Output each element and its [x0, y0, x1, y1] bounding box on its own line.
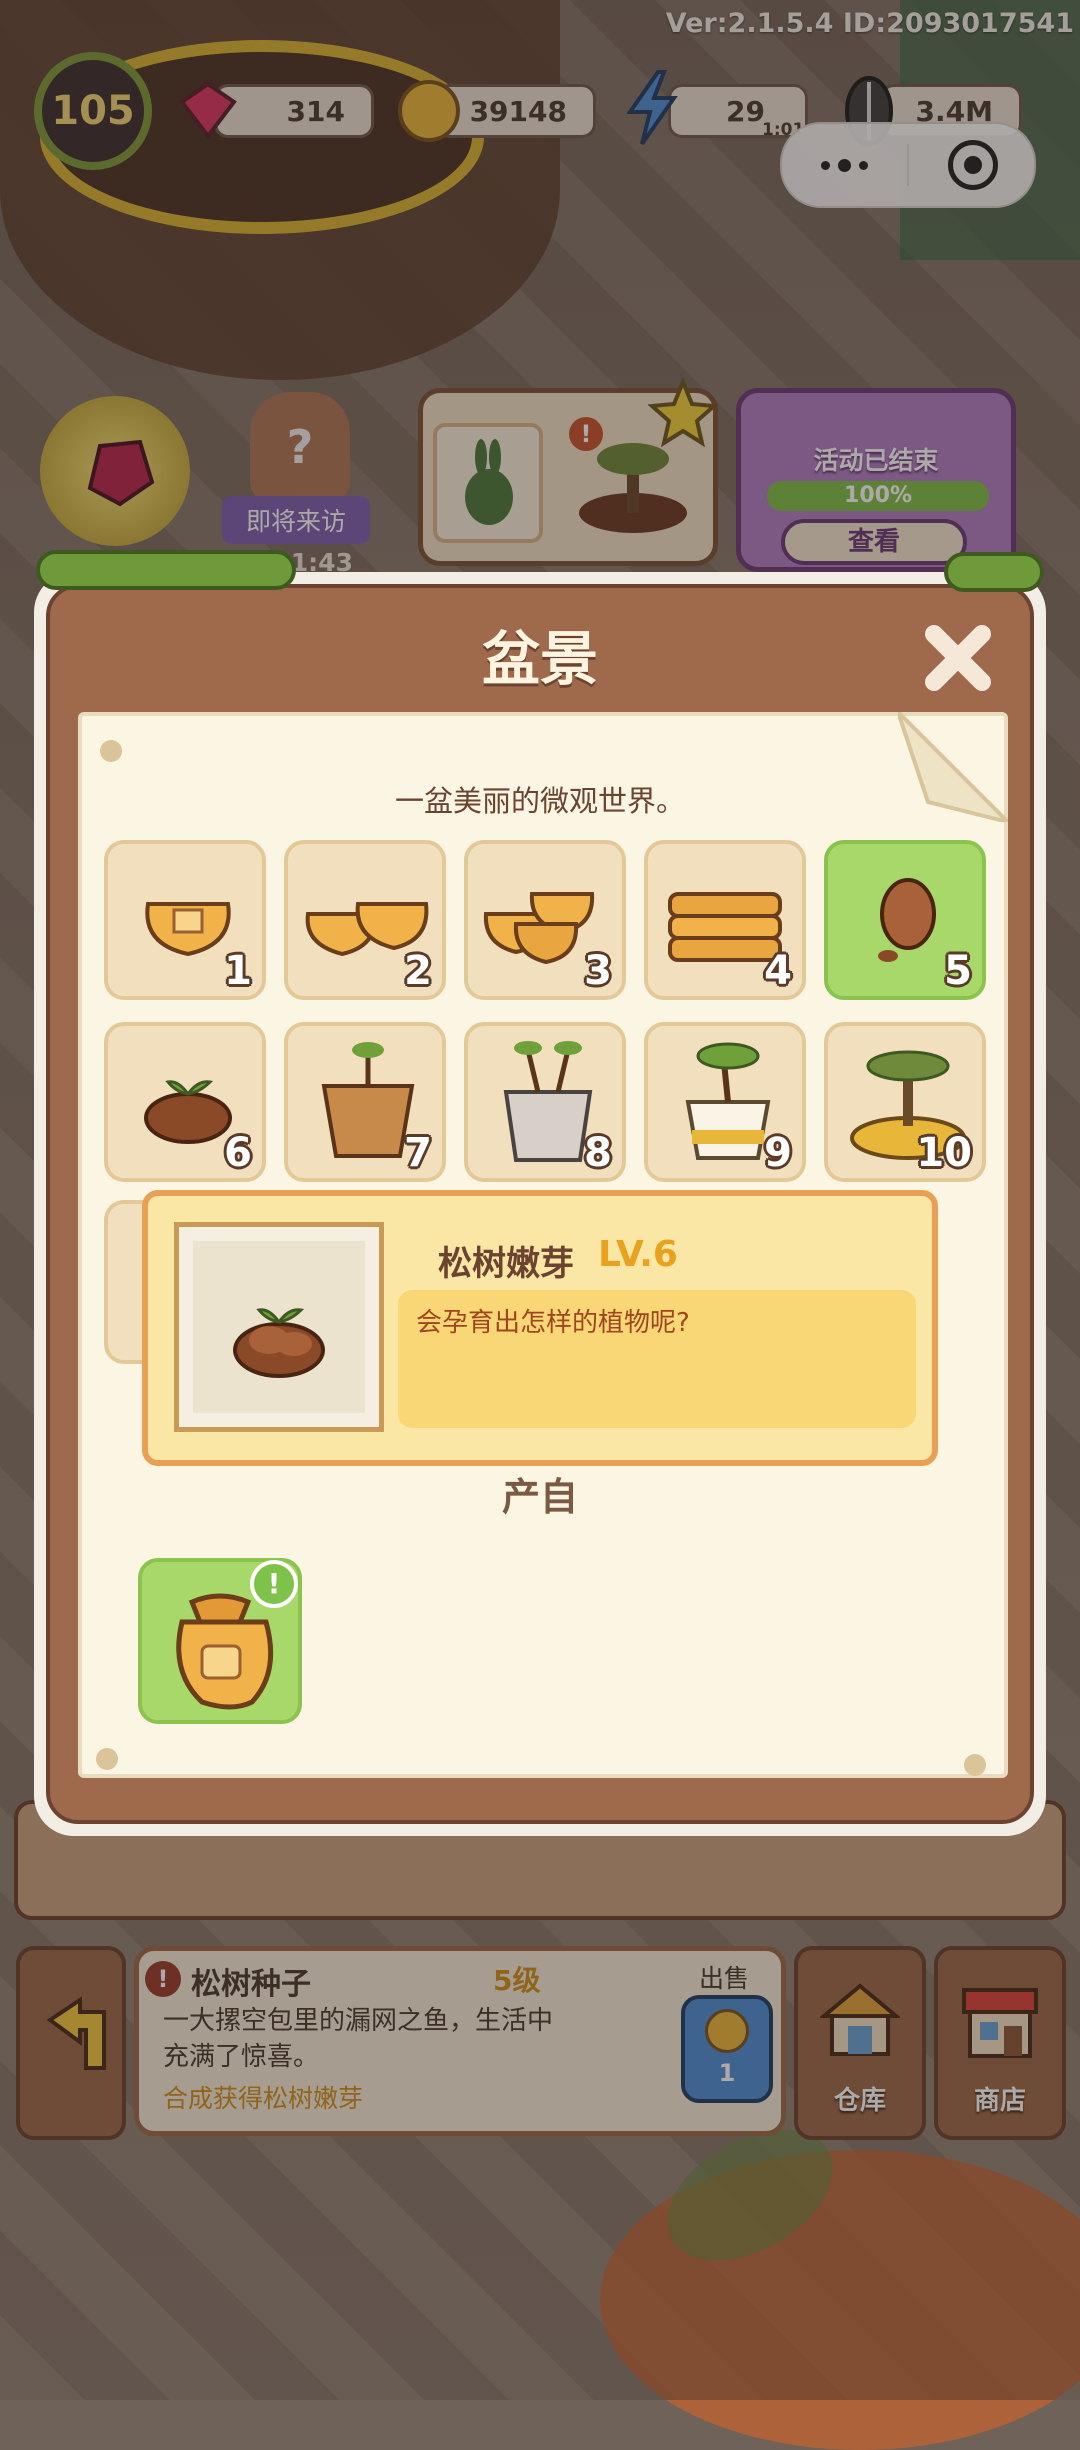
dialog-title: 盆景: [481, 625, 598, 693]
item-tile-number: 7: [404, 1130, 432, 1176]
close-icon: [925, 625, 991, 691]
item-tile[interactable]: 5: [824, 840, 986, 1000]
item-tile-number: 5: [944, 948, 972, 994]
produce-badge-text: !: [267, 1567, 281, 1600]
item-tile[interactable]: 6: [104, 1022, 266, 1182]
vine-left-decoration: [36, 550, 296, 590]
item-tile[interactable]: 9: [644, 1022, 806, 1182]
item-tile[interactable]: 7: [284, 1022, 446, 1182]
dialog-subtitle: 一盆美丽的微观世界。: [394, 784, 685, 818]
item-tile[interactable]: 10: [824, 1022, 986, 1182]
tooltip-description-box: 会孕育出怎样的植物呢?: [398, 1290, 916, 1428]
vine-right-decoration: [944, 552, 1044, 592]
item-tile-number: 8: [584, 1130, 612, 1176]
item-tile-number: 3: [584, 948, 612, 994]
item-tile[interactable]: 3: [464, 840, 626, 1000]
item-tile-number: 2: [404, 948, 432, 994]
item-tile-number: 6: [224, 1130, 252, 1176]
item-tile[interactable]: 8: [464, 1022, 626, 1182]
item-tile-number: 9: [764, 1130, 792, 1176]
item-tile[interactable]: 4: [644, 840, 806, 1000]
produce-alert-badge: !: [250, 1560, 298, 1608]
tooltip-item-name: 松树嫩芽: [438, 1244, 574, 1284]
item-tile[interactable]: 1: [104, 840, 266, 1000]
item-tile-number: 4: [764, 948, 792, 994]
item-tile-number: 10: [916, 1130, 972, 1176]
pin-decoration: [964, 1754, 986, 1776]
tooltip-image-frame: [174, 1222, 384, 1432]
pin-decoration: [100, 740, 122, 762]
item-tooltip: 松树嫩芽 LV.6 会孕育出怎样的植物呢?: [142, 1190, 938, 1466]
produce-label: 产自: [501, 1475, 578, 1519]
pine-sprout-icon: [233, 1308, 325, 1378]
tooltip-description: 会孕育出怎样的植物呢?: [416, 1308, 690, 1338]
tooltip-item-level: LV.6: [598, 1234, 678, 1275]
item-tile[interactable]: 2: [284, 840, 446, 1000]
close-button[interactable]: [920, 620, 996, 696]
item-grid: 1 2 3 4 5 6 7 8 9 10: [104, 840, 992, 1206]
pin-decoration: [96, 1748, 118, 1770]
item-tile-number: 1: [224, 948, 252, 994]
